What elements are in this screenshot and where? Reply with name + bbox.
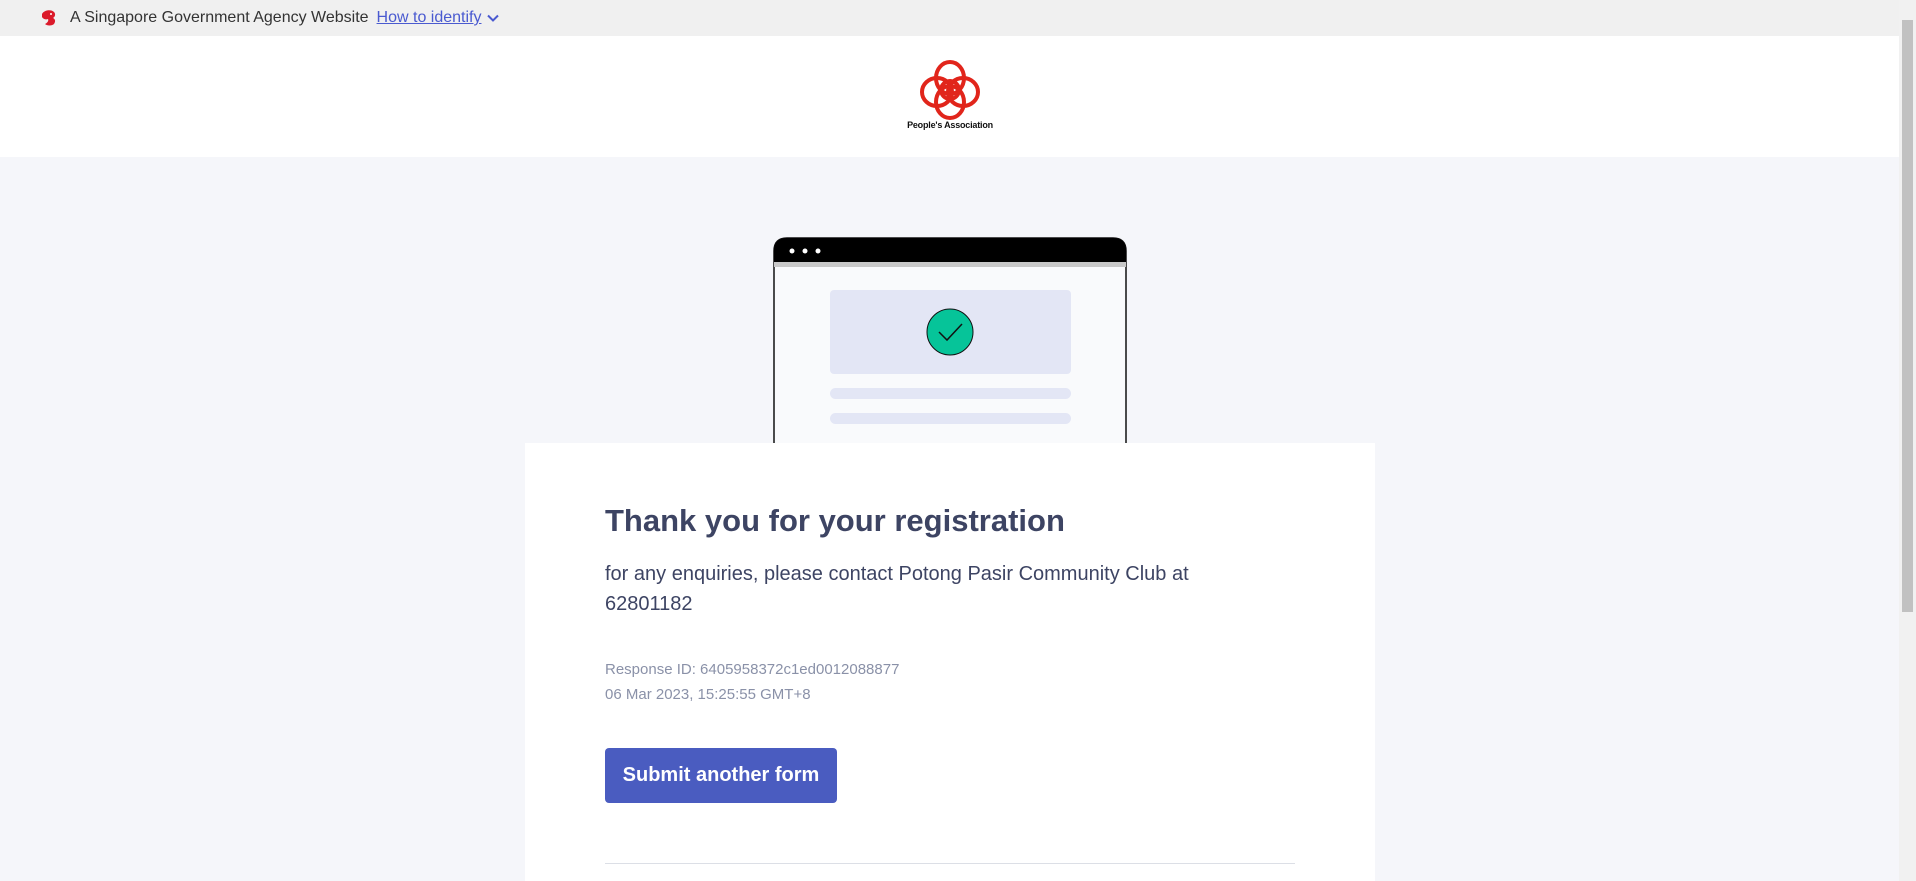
how-to-identify-label[interactable]: How to identify <box>377 9 482 27</box>
logo-caption: People's Association <box>907 120 993 130</box>
chevron-down-icon[interactable] <box>487 14 500 22</box>
success-illustration <box>773 237 1127 443</box>
peoples-association-emblem-icon <box>920 60 980 120</box>
site-header: People's Association <box>0 36 1899 157</box>
enquiry-message: for any enquiries, please contact Potong… <box>605 563 1189 615</box>
divider <box>605 863 1295 864</box>
vertical-scrollbar[interactable] <box>1899 0 1916 881</box>
how-to-identify-link[interactable]: How to identify <box>377 9 500 27</box>
response-meta: Response ID: 6405958372c1ed0012088877 06… <box>605 657 899 707</box>
page-title: Thank you for your registration <box>605 503 1065 538</box>
singapore-lion-icon <box>39 8 59 28</box>
submit-another-form-button[interactable]: Submit another form <box>605 748 837 803</box>
scrollbar-thumb[interactable] <box>1902 20 1913 612</box>
peoples-association-logo[interactable]: People's Association <box>900 56 1000 136</box>
gov-masthead: A Singapore Government Agency Website Ho… <box>0 0 1899 36</box>
response-id: Response ID: 6405958372c1ed0012088877 <box>605 661 900 678</box>
response-timestamp: 06 Mar 2023, 15:25:55 GMT+8 <box>605 686 811 703</box>
gov-masthead-text: A Singapore Government Agency Website <box>70 9 369 26</box>
check-circle-icon <box>926 308 974 356</box>
confirmation-card: Thank you for your registration for any … <box>525 443 1375 881</box>
